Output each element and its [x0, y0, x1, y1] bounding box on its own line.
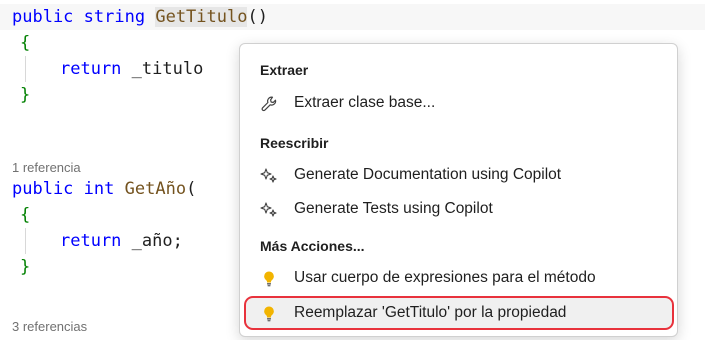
indent-guide: [25, 56, 26, 82]
menu-item-label: Usar cuerpo de expresiones para el métod…: [294, 269, 596, 286]
sparkle-icon: [260, 200, 278, 218]
code-line-5[interactable]: public int GetAño(: [12, 176, 196, 202]
codelens-references[interactable]: 1 referencia: [12, 159, 81, 177]
indent-guide: [25, 228, 26, 254]
menu-item-extract-base-class[interactable]: Extraer clase base...: [246, 88, 672, 118]
quick-actions-menu: Extraer Extraer clase base... Reescribir…: [239, 43, 678, 337]
menu-item-label: Generate Tests using Copilot: [294, 200, 493, 217]
method-name-gettitulo[interactable]: GetTitulo: [155, 7, 248, 27]
code-line-7[interactable]: return _año;: [60, 228, 183, 254]
menu-item-use-expression-body[interactable]: Usar cuerpo de expresiones para el métod…: [246, 263, 672, 293]
field-ano: _año;: [131, 231, 183, 251]
parens: (): [247, 7, 268, 27]
code-line-3[interactable]: return _titulo: [60, 56, 203, 82]
code-line-1[interactable]: public string GetTitulo(): [12, 4, 268, 30]
menu-item-label: Extraer clase base...: [294, 94, 436, 111]
menu-item-generate-tests[interactable]: Generate Tests using Copilot: [246, 194, 672, 224]
code-line-2: {: [20, 33, 31, 53]
section-header-rewrite: Reescribir: [260, 135, 329, 151]
menu-item-label: Reemplazar 'GetTitulo' por la propiedad: [294, 304, 567, 321]
menu-item-label: Generate Documentation using Copilot: [294, 166, 562, 183]
paren: (: [186, 179, 197, 199]
menu-item-replace-with-property[interactable]: Reemplazar 'GetTitulo' por la propiedad: [246, 298, 672, 328]
codelens-references[interactable]: 3 referencias: [12, 318, 87, 336]
menu-item-generate-documentation[interactable]: Generate Documentation using Copilot: [246, 160, 672, 190]
wrench-icon: [260, 94, 278, 112]
keyword-string: string: [83, 7, 146, 27]
code-line-4: }: [20, 85, 31, 105]
sparkle-icon: [260, 166, 278, 184]
keyword-public: public: [12, 179, 74, 199]
section-header-extract: Extraer: [260, 62, 309, 78]
section-header-more-actions: Más Acciones...: [260, 238, 365, 254]
keyword-public: public: [12, 7, 74, 27]
code-line-6: {: [20, 205, 31, 225]
method-name-getano: GetAño: [124, 179, 187, 199]
field-titulo: _titulo: [131, 59, 204, 79]
keyword-int: int: [83, 179, 115, 199]
lightbulb-icon: [260, 269, 278, 287]
keyword-return: return: [60, 59, 122, 79]
lightbulb-icon: [260, 304, 278, 322]
code-line-8: }: [20, 257, 31, 277]
keyword-return: return: [60, 231, 122, 251]
